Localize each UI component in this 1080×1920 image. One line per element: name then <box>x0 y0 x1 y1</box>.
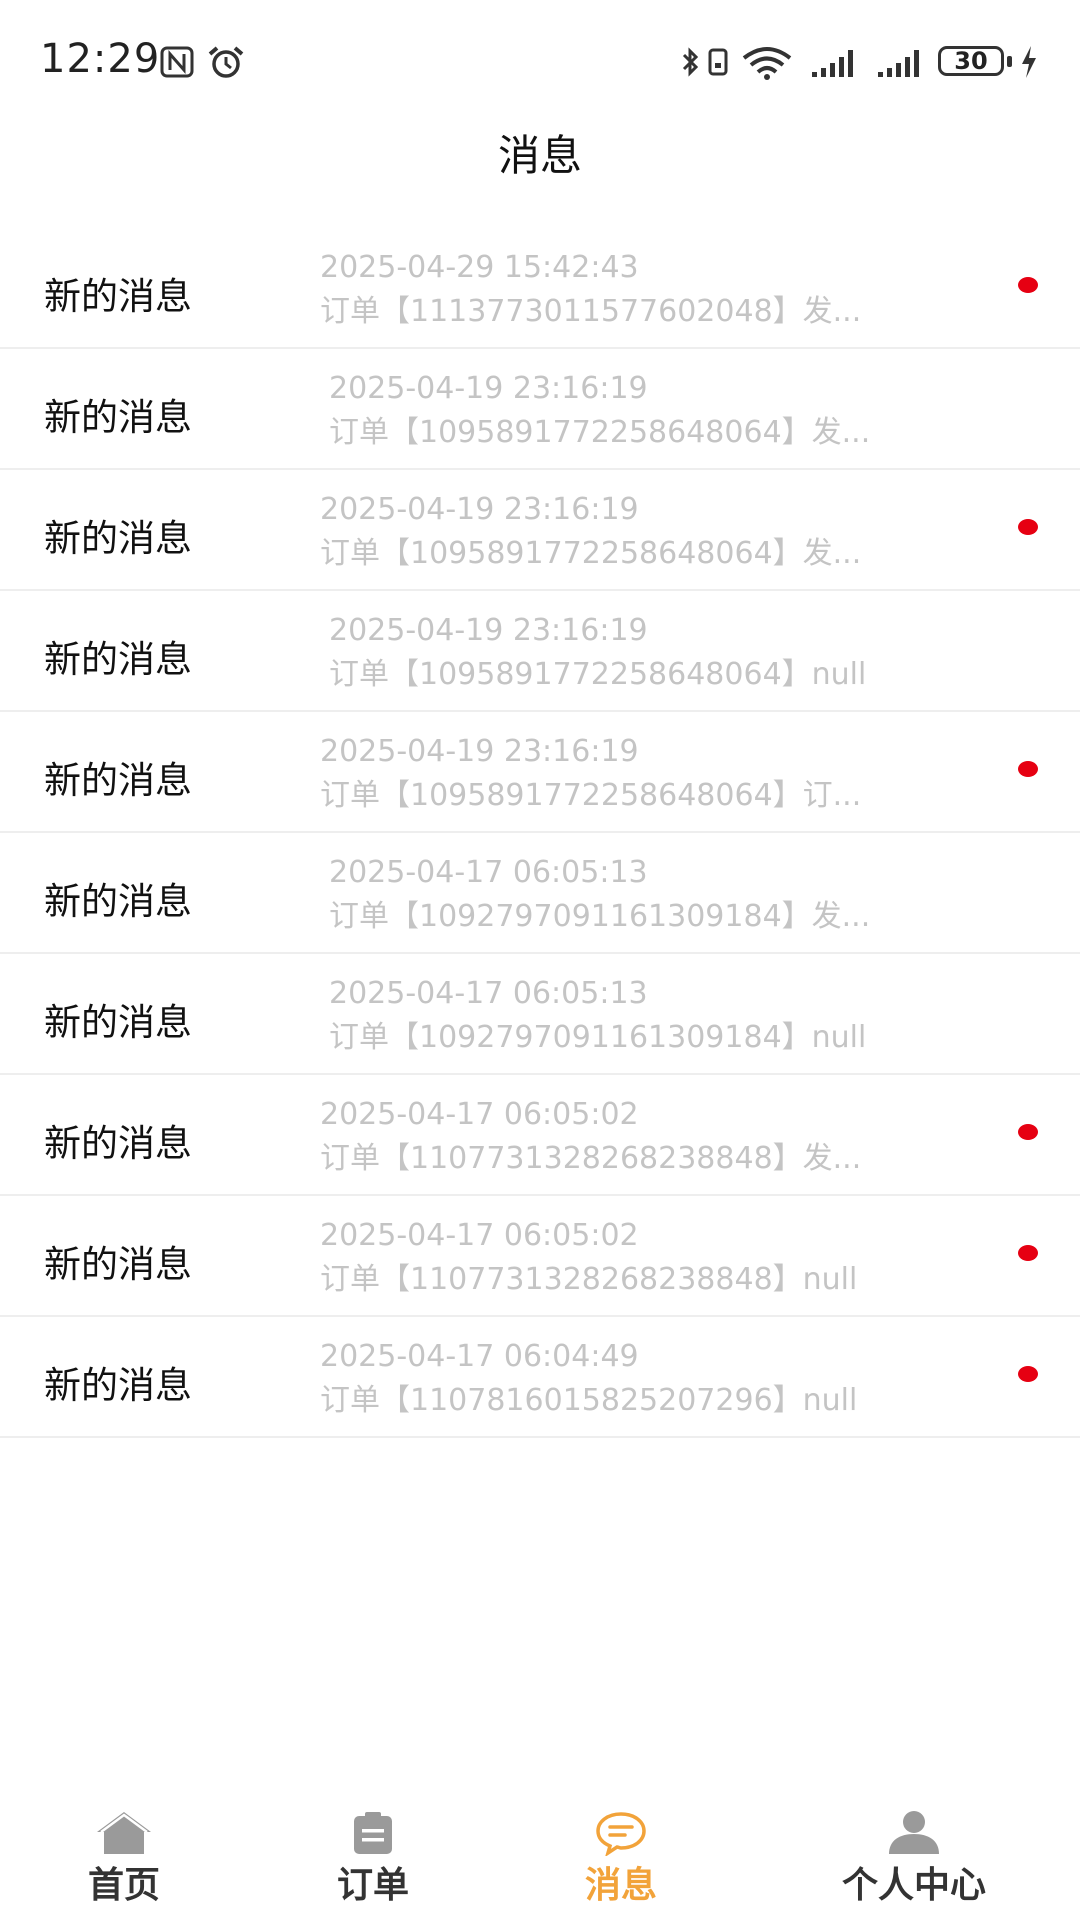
message-preview: 订单【1092797091161309184】发... <box>329 899 871 934</box>
message-preview: 订单【1092797091161309184】null <box>329 1020 867 1055</box>
message-list: 新的消息 2025-04-29 15:42:43 订单【111377301157… <box>0 228 1080 1438</box>
message-title: 新的消息 <box>44 638 192 681</box>
message-title: 新的消息 <box>44 396 192 439</box>
status-time: 12:29 <box>40 36 161 82</box>
message-preview: 订单【1113773011577602048】发... <box>320 294 862 329</box>
message-time: 2025-04-17 06:05:02 <box>320 1097 639 1132</box>
unread-dot <box>1018 277 1038 293</box>
message-preview: 订单【1095891772258648064】发... <box>320 536 862 571</box>
chat-bubble-icon <box>596 1812 646 1856</box>
message-time: 2025-04-19 23:16:19 <box>329 613 648 648</box>
charging-icon <box>1022 46 1036 78</box>
message-title: 新的消息 <box>44 880 192 923</box>
message-row[interactable]: 新的消息 2025-04-19 23:16:19 订单【109589177225… <box>0 591 1080 712</box>
message-time: 2025-04-19 23:16:19 <box>320 492 639 527</box>
message-row[interactable]: 新的消息 2025-04-17 06:05:02 订单【110773132826… <box>0 1075 1080 1196</box>
clipboard-icon <box>354 1812 392 1854</box>
message-preview: 订单【1107731328268238848】发... <box>320 1141 862 1176</box>
message-row[interactable]: 新的消息 2025-04-29 15:42:43 订单【111377301157… <box>0 228 1080 349</box>
nfc-icon <box>160 46 194 78</box>
message-preview: 订单【1095891772258648064】null <box>329 657 867 692</box>
message-row[interactable]: 新的消息 2025-04-19 23:16:19 订单【109589177225… <box>0 712 1080 833</box>
tab-label: 个人中心 <box>841 1865 986 1906</box>
battery-icon: 30 <box>938 46 1004 76</box>
message-preview: 订单【1095891772258648064】发... <box>329 415 871 450</box>
message-time: 2025-04-19 23:16:19 <box>329 371 648 406</box>
message-row[interactable]: 新的消息 2025-04-17 06:05:02 订单【110773132826… <box>0 1196 1080 1317</box>
tab-profile[interactable]: 个人中心 <box>804 1800 1024 1920</box>
unread-dot <box>1018 1366 1038 1382</box>
message-preview: 订单【1107731328268238848】null <box>320 1262 858 1297</box>
message-preview: 订单【1107816015825207296】null <box>320 1383 858 1418</box>
signal-icon <box>812 50 853 77</box>
message-preview: 订单【1095891772258648064】订... <box>320 778 862 813</box>
message-time: 2025-04-17 06:05:02 <box>320 1218 639 1253</box>
bottom-tab-bar: 首页 订单 消息 个人中心 <box>0 1800 1080 1920</box>
bluetooth-icon <box>682 47 699 77</box>
signal-icon <box>878 50 919 77</box>
message-title: 新的消息 <box>44 517 192 560</box>
vibrate-icon <box>708 48 728 76</box>
page-title: 消息 <box>497 131 582 180</box>
message-time: 2025-04-19 23:16:19 <box>320 734 639 769</box>
status-bar: 12:29 30 <box>0 0 1080 120</box>
user-icon <box>889 1811 939 1854</box>
message-row[interactable]: 新的消息 2025-04-19 23:16:19 订单【109589177225… <box>0 470 1080 591</box>
unread-dot <box>1018 1124 1038 1140</box>
home-icon <box>97 1812 151 1854</box>
message-row[interactable]: 新的消息 2025-04-17 06:04:49 订单【110781601582… <box>0 1317 1080 1438</box>
unread-dot <box>1018 519 1038 535</box>
message-title: 新的消息 <box>44 759 192 802</box>
battery-tip <box>1007 56 1012 67</box>
message-row[interactable]: 新的消息 2025-04-19 23:16:19 订单【109589177225… <box>0 349 1080 470</box>
message-row[interactable]: 新的消息 2025-04-17 06:05:13 订单【109279709116… <box>0 954 1080 1075</box>
alarm-icon <box>208 46 244 78</box>
message-title: 新的消息 <box>44 1122 192 1165</box>
message-time: 2025-04-17 06:04:49 <box>320 1339 639 1374</box>
message-time: 2025-04-17 06:05:13 <box>329 855 648 890</box>
message-time: 2025-04-17 06:05:13 <box>329 976 648 1011</box>
tab-orders[interactable]: 订单 <box>293 1800 453 1920</box>
message-title: 新的消息 <box>44 1364 192 1407</box>
tab-home[interactable]: 首页 <box>44 1800 204 1920</box>
tab-label: 订单 <box>336 1865 409 1906</box>
message-title: 新的消息 <box>44 1243 192 1286</box>
tab-label: 消息 <box>584 1865 657 1906</box>
message-row[interactable]: 新的消息 2025-04-17 06:05:13 订单【109279709116… <box>0 833 1080 954</box>
unread-dot <box>1018 761 1038 777</box>
message-title: 新的消息 <box>44 1001 192 1044</box>
message-time: 2025-04-29 15:42:43 <box>320 250 639 285</box>
unread-dot <box>1018 1245 1038 1261</box>
tab-messages[interactable]: 消息 <box>541 1800 701 1920</box>
tab-label: 首页 <box>87 1865 160 1906</box>
wifi-icon <box>742 47 792 80</box>
message-title: 新的消息 <box>44 275 192 318</box>
